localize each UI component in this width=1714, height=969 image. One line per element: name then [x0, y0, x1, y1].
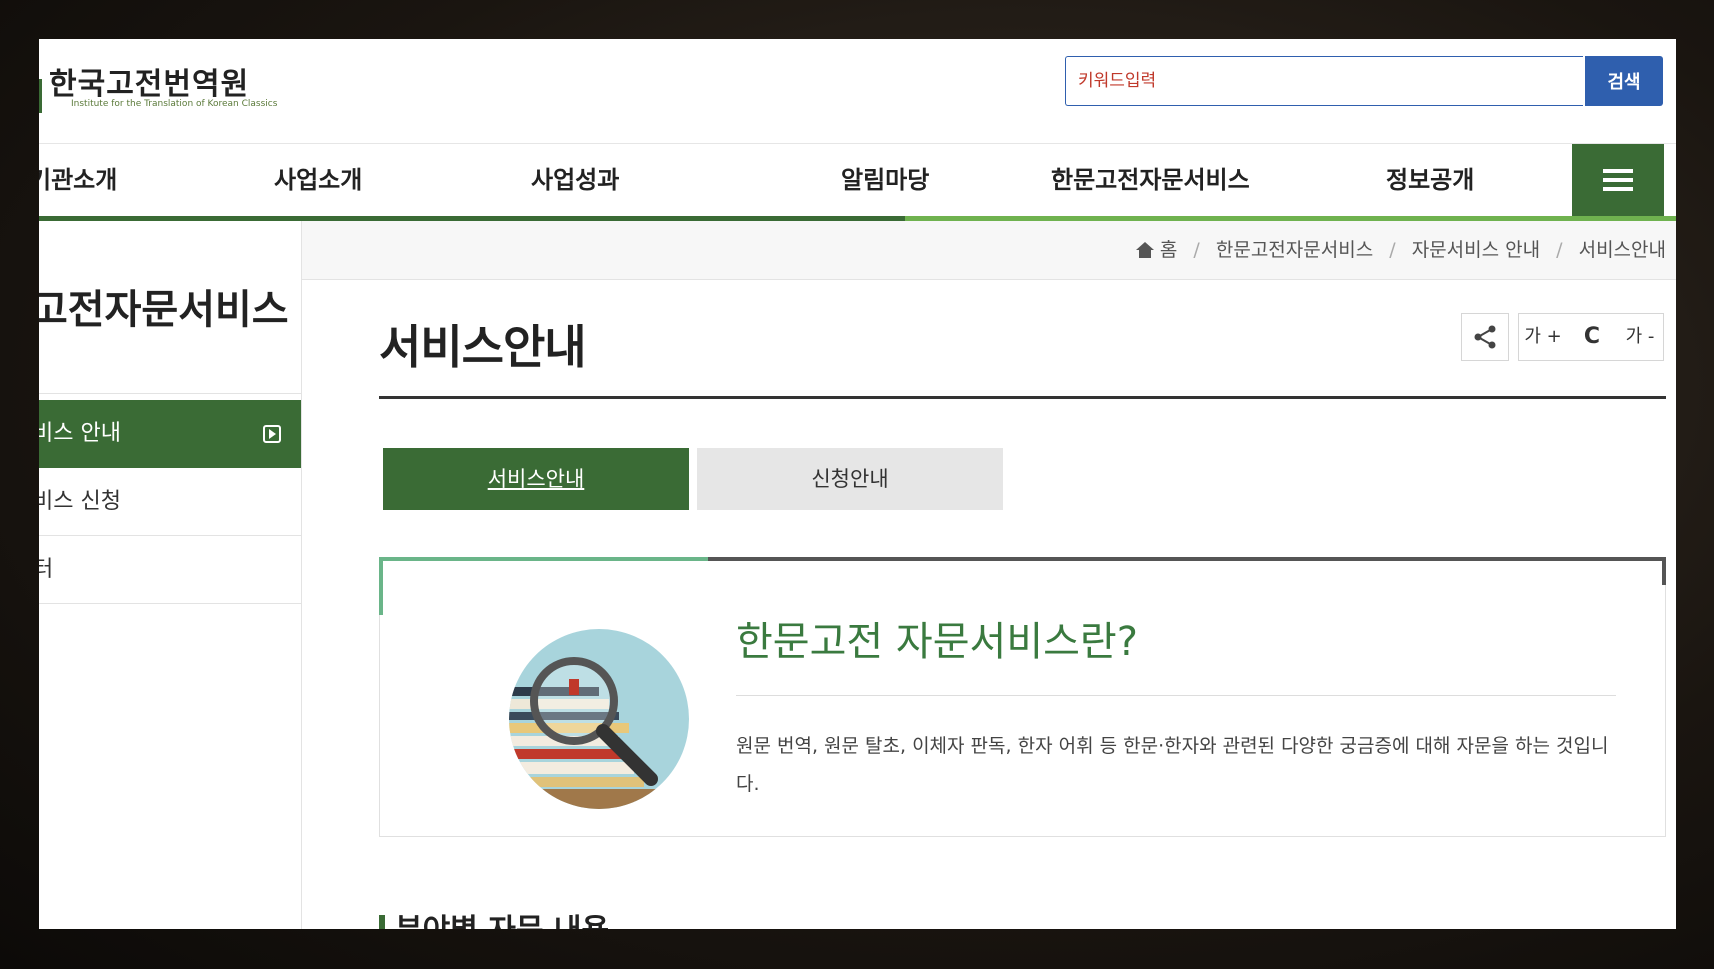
page-title: 서비스안내 [379, 320, 587, 374]
breadcrumb: 홈 / 한문고전자문서비스 / 자문서비스 안내 / 서비스안내 [1135, 221, 1666, 279]
card-accent-left [379, 557, 383, 615]
section-heading: 분야별 자문 내용 [395, 905, 609, 929]
web-page: 한국고전번역원 Institute for the Translation of… [39, 39, 1676, 929]
site-logo[interactable]: 한국고전번역원 [49, 59, 249, 103]
breadcrumb-separator: / [1556, 239, 1563, 261]
tab-application-info[interactable]: 신청안내 [697, 448, 1003, 510]
card-accent-green [379, 557, 708, 561]
breadcrumb-separator: / [1389, 239, 1396, 261]
sidebar-title: 고전자문서비스 [39, 287, 289, 333]
sidebar-item-service-info[interactable]: 비스 안내 [39, 400, 301, 468]
breadcrumb-bar: 홈 / 한문고전자문서비스 / 자문서비스 안내 / 서비스안내 [302, 221, 1676, 280]
gnb-item-about[interactable]: 기관소개 [39, 144, 117, 216]
sidebar-item-service-apply[interactable]: 비스 신청 [39, 468, 301, 536]
share-button[interactable] [1461, 313, 1509, 361]
gnb-item-notice[interactable]: 알림마당 [841, 144, 929, 216]
card-title: 한문고전 자문서비스란? [736, 619, 1138, 665]
breadcrumb-home[interactable]: 홈 [1160, 239, 1177, 261]
gnb-item-consulting[interactable]: 한문고전자문서비스 [1051, 144, 1250, 216]
sidebar-divider [39, 393, 301, 394]
site-logo-subtitle: Institute for the Translation of Korean … [71, 99, 278, 109]
search-button[interactable]: 검색 [1585, 56, 1663, 106]
play-icon [263, 425, 281, 443]
hamburger-icon-line [1603, 178, 1633, 182]
sidebar-item-label: 비스 안내 [39, 421, 121, 446]
card-accent-right [1662, 557, 1666, 585]
hamburger-menu-button[interactable] [1572, 144, 1664, 216]
hamburger-icon-line [1603, 187, 1633, 191]
logo-accent-bar [39, 79, 42, 113]
search-input[interactable] [1066, 57, 1583, 105]
share-icon [1474, 325, 1496, 349]
font-size-controls: 가 + C 가 - [1518, 313, 1664, 361]
home-icon[interactable] [1135, 242, 1154, 258]
font-decrease-button[interactable]: 가 - [1616, 314, 1664, 360]
refresh-icon[interactable]: C [1568, 314, 1616, 360]
breadcrumb-current: 서비스안내 [1578, 239, 1666, 261]
breadcrumb-item[interactable]: 자문서비스 안내 [1412, 239, 1540, 261]
main-navigation: 기관소개 사업소개 사업성과 알림마당 한문고전자문서비스 정보공개 [39, 144, 1676, 216]
site-header: 한국고전번역원 Institute for the Translation of… [39, 39, 1676, 144]
search-box [1065, 56, 1583, 106]
breadcrumb-separator: / [1193, 239, 1200, 261]
hamburger-icon [1603, 169, 1633, 173]
sidebar-item-label: 비스 신청 [39, 489, 121, 514]
sidebar: 고전자문서비스 비스 안내 비스 신청 터 [39, 221, 302, 929]
books-magnifier-illustration [509, 629, 689, 809]
card-description: 원문 번역, 원문 탈초, 이체자 판독, 한자 어휘 등 한문·한자와 관련된… [736, 735, 1609, 795]
breadcrumb-item[interactable]: 한문고전자문서비스 [1216, 239, 1373, 261]
card-accent-dark [708, 557, 1666, 561]
gnb-item-business[interactable]: 사업소개 [274, 144, 362, 216]
title-divider [379, 396, 1666, 399]
card-divider [736, 695, 1616, 696]
tab-service-info[interactable]: 서비스안내 [383, 448, 689, 510]
gnb-item-disclosure[interactable]: 정보공개 [1386, 144, 1474, 216]
gnb-item-results[interactable]: 사업성과 [531, 144, 619, 216]
section-heading-bar [379, 915, 385, 929]
font-increase-button[interactable]: 가 + [1519, 314, 1567, 360]
sidebar-item-label: 터 [39, 536, 53, 603]
sidebar-item-third[interactable]: 터 [39, 536, 301, 604]
